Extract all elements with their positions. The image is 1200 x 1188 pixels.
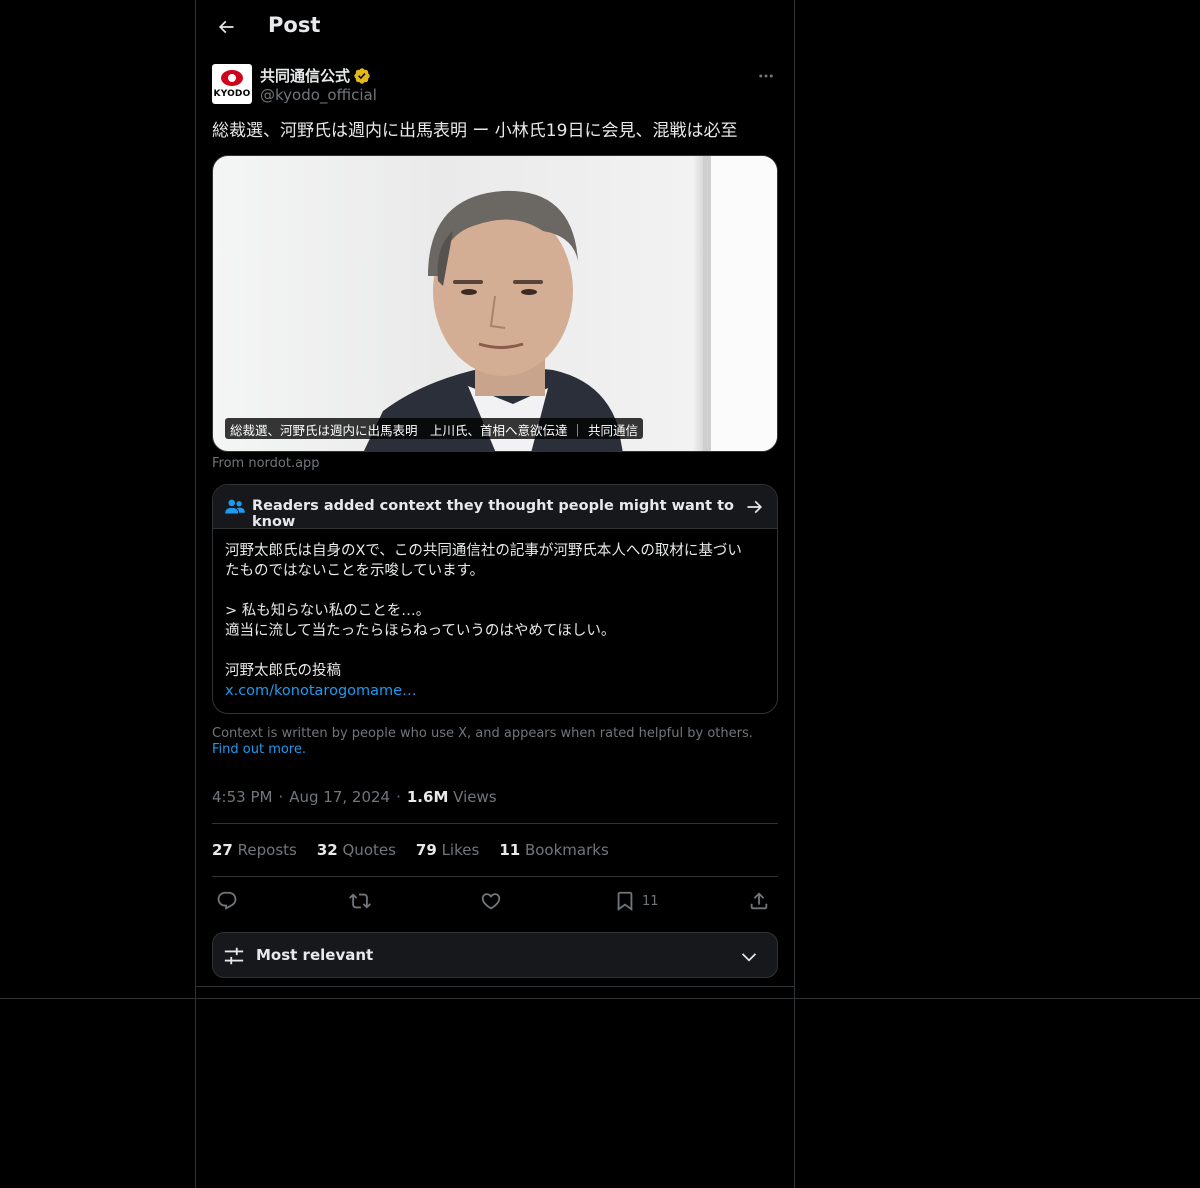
engagement-stats: 27 Reposts 32 Quotes 79 Likes 11 Bookmar… <box>212 841 609 859</box>
more-button[interactable] <box>754 64 778 88</box>
news-photo <box>363 156 777 451</box>
people-icon <box>225 499 245 514</box>
repost-icon <box>349 893 371 909</box>
repost-button[interactable] <box>349 888 371 914</box>
community-note-title: Readers added context they thought peopl… <box>252 498 734 530</box>
page-title: Post <box>268 13 321 37</box>
sliders-icon <box>224 947 244 965</box>
arrow-left-icon <box>218 20 234 34</box>
post-text: 総裁選、河野氏は週内に出馬表明 ー 小林氏19日に会見、混戦は必至 <box>212 121 738 141</box>
stat-bookmarks[interactable]: 11 Bookmarks <box>499 841 608 859</box>
context-footer: Context is written by people who use X, … <box>212 726 778 758</box>
bookmark-icon <box>617 891 633 912</box>
stat-reposts[interactable]: 27 Reposts <box>212 841 297 859</box>
page-header: Post <box>196 0 794 54</box>
note-quote-line: 適当に流して当たったらほらねっていうのはやめてほしい。 <box>225 623 616 639</box>
divider <box>212 876 778 877</box>
media-caption: 総裁選、河野氏は週内に出馬表明 上川氏、首相へ意欲伝達 ｜ 共同通信 <box>225 418 643 439</box>
share-icon <box>750 892 768 910</box>
share-button[interactable] <box>748 888 770 914</box>
column-bottom-border <box>195 986 795 987</box>
link-card-media[interactable]: 総裁選、河野氏は週内に出馬表明 上川氏、首相へ意欲伝達 ｜ 共同通信 <box>212 155 778 452</box>
action-bar: 11 <box>212 888 778 914</box>
sort-replies-dropdown[interactable]: Most relevant <box>212 932 778 978</box>
source-link[interactable]: From nordot.app <box>212 456 320 471</box>
meta-separator: · <box>278 788 284 806</box>
bookmark-button[interactable]: 11 <box>614 888 659 914</box>
note-line: たものではないことを示唆しています。 <box>225 563 485 579</box>
post-author: KYODO 共同通信公式 @kyodo_official <box>212 64 778 106</box>
author-name[interactable]: 共同通信公式 <box>260 65 350 86</box>
sort-label: Most relevant <box>256 946 374 964</box>
author-handle[interactable]: @kyodo_official <box>260 86 377 104</box>
note-line: 河野太郎氏は自身のXで、この共同通信社の記事が河野氏本人への取材に基づい <box>225 543 742 559</box>
find-out-more-link[interactable]: Find out more. <box>212 742 306 757</box>
chevron-down-icon <box>741 953 757 962</box>
post-time[interactable]: 4:53 PM <box>212 788 272 806</box>
context-footer-text: Context is written by people who use X, … <box>212 726 753 741</box>
community-note: Readers added context they thought peopl… <box>212 484 778 714</box>
stat-quotes[interactable]: 32 Quotes <box>317 841 396 859</box>
more-horizontal-icon <box>759 74 773 78</box>
like-button[interactable] <box>480 888 502 914</box>
verified-badge-icon <box>354 67 370 84</box>
back-button[interactable] <box>208 9 244 45</box>
avatar-logo-text: KYODO <box>213 89 251 99</box>
community-note-header[interactable]: Readers added context they thought peopl… <box>213 485 777 530</box>
post-date[interactable]: Aug 17, 2024 <box>289 788 390 806</box>
heart-icon <box>481 893 501 910</box>
views-label: Views <box>453 788 497 806</box>
meta-separator: · <box>396 788 401 806</box>
kyodo-logo-mark <box>221 70 243 86</box>
arrow-right-icon <box>747 500 763 514</box>
avatar[interactable]: KYODO <box>212 64 252 104</box>
note-line: 河野太郎氏の投稿 <box>225 663 341 679</box>
note-quote-line: > 私も知らない私のことを…。 <box>225 603 431 619</box>
page-divider <box>0 998 1200 999</box>
post-meta: 4:53 PM · Aug 17, 2024 · 1.6M Views <box>212 788 497 806</box>
reply-icon <box>217 891 237 910</box>
reply-button[interactable] <box>216 888 238 914</box>
stat-likes[interactable]: 79 Likes <box>416 841 479 859</box>
views: 1.6M Views <box>407 788 497 806</box>
main-column: Post KYODO 共同通信公式 @kyodo_official 総裁選、河野… <box>195 0 795 1188</box>
community-note-body: 河野太郎氏は自身のXで、この共同通信社の記事が河野氏本人への取材に基づい たもの… <box>225 541 765 701</box>
author-name-row[interactable]: 共同通信公式 <box>260 65 371 86</box>
bookmark-count: 11 <box>642 893 659 909</box>
divider <box>212 823 778 824</box>
views-count: 1.6M <box>406 788 449 806</box>
note-link[interactable]: x.com/konotarogomame… <box>225 681 765 701</box>
